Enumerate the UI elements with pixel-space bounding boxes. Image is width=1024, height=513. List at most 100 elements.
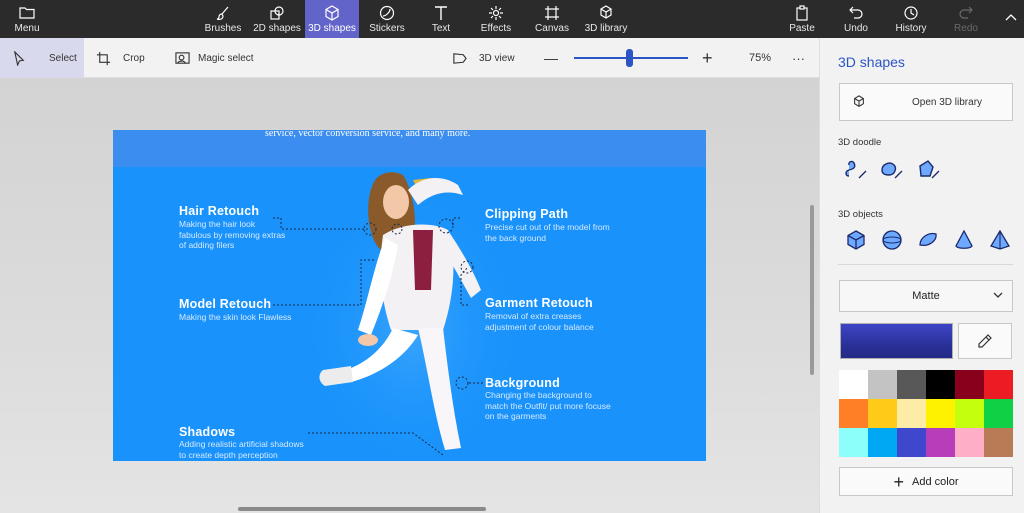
divider [838, 264, 1013, 265]
color-swatch[interactable] [955, 428, 984, 457]
tool-label: 3D library [584, 22, 628, 34]
collapse-toolbar-button[interactable] [1000, 0, 1022, 38]
color-swatch[interactable] [897, 428, 926, 457]
menu-label: Menu [14, 22, 40, 34]
color-swatch[interactable] [955, 370, 984, 399]
zoom-in-button[interactable]: + [702, 38, 713, 78]
color-swatch[interactable] [926, 428, 955, 457]
menu-button[interactable]: Menu [6, 0, 48, 38]
color-swatch[interactable] [868, 428, 897, 457]
undo-icon [849, 6, 863, 19]
tool-3d-shapes[interactable]: 3D shapes [305, 0, 359, 38]
eyedropper-button[interactable] [958, 323, 1012, 359]
color-swatch[interactable] [897, 399, 926, 428]
feature-desc: Removal of extra creases adjustment of c… [485, 311, 594, 332]
3d-objects-row [838, 226, 1018, 254]
feature-title: Model Retouch [179, 297, 272, 311]
color-swatch[interactable] [868, 370, 897, 399]
color-swatch[interactable] [839, 399, 868, 428]
tool-label: Text [431, 22, 451, 34]
vertical-scrollbar[interactable] [810, 205, 814, 375]
feature-desc-line: on the garments [485, 411, 547, 421]
history-label: History [895, 22, 927, 34]
paste-label: Paste [789, 22, 815, 34]
color-swatch[interactable] [839, 428, 868, 457]
more-options-button[interactable]: ··· [792, 38, 805, 78]
text-icon [435, 5, 447, 20]
feature-desc-line: Removal of extra creases [485, 311, 582, 321]
feature-title: Background [485, 376, 560, 390]
undo-button[interactable]: Undo [840, 0, 872, 38]
tube-doodle-icon[interactable] [910, 156, 946, 184]
color-swatch[interactable] [926, 399, 955, 428]
feature-desc-line: Making the hair look [179, 219, 256, 229]
feature-desc: Making the skin look Flawless [179, 312, 291, 323]
sharp-edge-doodle-icon[interactable] [838, 156, 874, 184]
paste-button[interactable]: Paste [786, 0, 818, 38]
more-options-label: ··· [792, 50, 805, 66]
history-button[interactable]: History [892, 0, 930, 38]
shapes-2d-icon [270, 5, 284, 20]
color-swatch[interactable] [984, 370, 1013, 399]
soft-edge-doodle-icon[interactable] [874, 156, 910, 184]
tool-options-bar: Select Crop Magic select 3D view — + 75%… [0, 38, 819, 78]
tool-stickers[interactable]: Stickers [365, 0, 409, 38]
color-swatch[interactable] [955, 399, 984, 428]
sphere-icon[interactable] [874, 226, 910, 254]
top-toolbar: Menu Brushes 2D shapes 3D shapes Sticker… [0, 0, 1024, 38]
cone-icon[interactable] [946, 226, 982, 254]
color-swatch[interactable] [897, 370, 926, 399]
feature-desc: Changing the background to match the Out… [485, 390, 611, 422]
material-dropdown[interactable]: Matte [839, 280, 1013, 312]
undo-label: Undo [844, 22, 868, 34]
open-3d-library-button[interactable]: Open 3D library [839, 83, 1013, 121]
tool-2d-shapes[interactable]: 2D shapes [251, 0, 303, 38]
hemisphere-icon[interactable] [910, 226, 946, 254]
chevron-up-icon [1005, 14, 1017, 21]
tool-text[interactable]: Text [422, 0, 460, 38]
eyedropper-icon [978, 334, 992, 348]
redo-button[interactable]: Redo [950, 0, 982, 38]
add-color-button[interactable]: + Add color [839, 467, 1013, 496]
tool-effects[interactable]: Effects [476, 0, 516, 38]
redo-label: Redo [954, 22, 978, 34]
zoom-slider-thumb[interactable] [625, 49, 633, 67]
color-swatch[interactable] [926, 370, 955, 399]
chevron-down-icon [993, 292, 1003, 298]
cursor-icon [14, 50, 25, 66]
feature-desc-line: the back ground [485, 232, 546, 243]
color-swatch[interactable] [868, 399, 897, 428]
color-swatch[interactable] [839, 370, 868, 399]
tool-brushes[interactable]: Brushes [203, 0, 243, 38]
feature-desc-line: match the Outfit/ put more focuse [485, 400, 611, 411]
feature-desc-line: adjustment of colour balance [485, 321, 594, 332]
drawing-canvas[interactable]: service, vector conversion service, and … [113, 130, 706, 461]
3d-view-button[interactable]: 3D view [452, 38, 515, 78]
pyramid-icon[interactable] [982, 226, 1018, 254]
tool-label: Canvas [535, 22, 569, 34]
zoom-out-button[interactable]: — [544, 38, 558, 78]
select-button[interactable]: Select [0, 38, 84, 78]
crop-button[interactable]: Crop [96, 38, 145, 78]
color-swatch[interactable] [984, 399, 1013, 428]
3d-objects-label: 3D objects [838, 209, 883, 220]
add-color-label: Add color [912, 475, 959, 488]
zoom-level[interactable]: 75% [749, 38, 771, 78]
magic-select-button[interactable]: Magic select [175, 38, 254, 78]
tool-canvas[interactable]: Canvas [532, 0, 572, 38]
feature-desc: Precise cut out of the model from the ba… [485, 222, 610, 243]
feature-title: Shadows [179, 425, 236, 439]
cube-icon[interactable] [838, 226, 874, 254]
tool-3d-library[interactable]: 3D library [582, 0, 630, 38]
color-swatch[interactable] [984, 428, 1013, 457]
current-color-swatch[interactable] [840, 323, 953, 359]
magic-select-icon [175, 51, 190, 64]
feature-desc-line: of adding filers [179, 240, 235, 250]
color-palette [839, 370, 1013, 457]
zoom-slider[interactable] [574, 49, 688, 67]
feature-title: Garment Retouch [485, 296, 593, 310]
feature-desc: Making the hair look fabulous by removin… [179, 219, 285, 251]
horizontal-scrollbar[interactable] [238, 507, 486, 511]
workspace: service, vector conversion service, and … [0, 78, 819, 513]
3d-view-label: 3D view [479, 52, 515, 64]
